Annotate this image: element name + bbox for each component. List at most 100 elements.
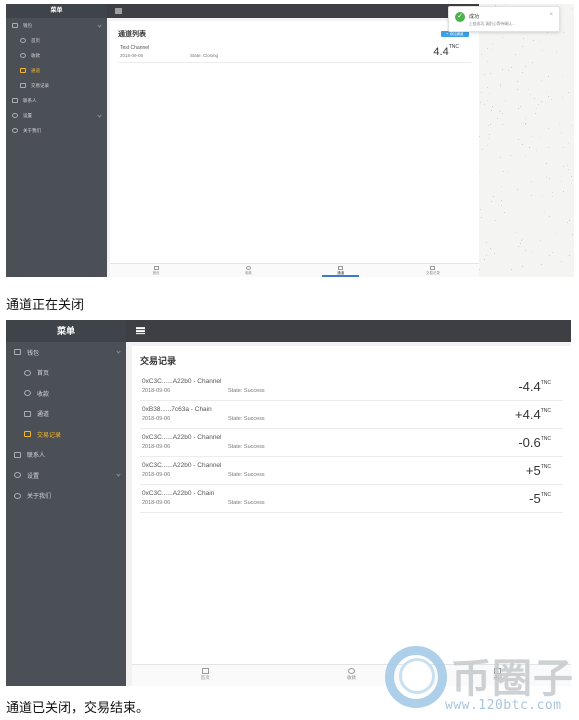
sidebar-item-4[interactable]: 交易记录 <box>6 78 107 93</box>
sidebar-item-label: 首页 <box>31 37 40 43</box>
noise-speck <box>547 76 549 78</box>
channel-list-panel: 通道列表 + 添加通道 Test Channel 2018-09-06 State:… <box>110 21 479 263</box>
receive-icon <box>347 668 355 674</box>
noise-speck <box>551 191 553 193</box>
amount-value: -0.6 <box>518 435 541 450</box>
noise-speck <box>480 217 482 219</box>
watermark-url: www.120btc.com <box>445 698 562 713</box>
chevron-down-icon <box>97 112 102 118</box>
item-amount: 4.4TNC <box>433 44 459 58</box>
noise-speck <box>531 136 533 138</box>
list-item[interactable]: 0xC3C......A22b0 - Channel 2018-09-06 Stat… <box>140 457 563 485</box>
item-date: 2018-09-06 <box>142 388 171 394</box>
noise-speck <box>522 37 524 39</box>
noise-speck <box>559 123 561 125</box>
noise-speck <box>561 131 563 133</box>
noise-speck <box>563 147 565 149</box>
noise-speck <box>546 90 548 92</box>
sidebar-item-0[interactable]: 钱包 <box>6 18 107 33</box>
item-amount: +4.4TNC <box>515 407 551 422</box>
item-amount: +5TNC <box>526 463 551 478</box>
noise-speck <box>493 195 495 197</box>
sidebar-item-5[interactable]: 联系人 <box>6 93 107 108</box>
transaction-list-panel: 交易记录 0xC3C......A22b0 - Channel 2018-09-0… <box>132 346 571 664</box>
sidebar-item-4[interactable]: 交易记录 <box>6 424 126 445</box>
noise-speck <box>568 169 570 171</box>
tab-0[interactable]: 首页 <box>132 665 278 686</box>
noise-speck <box>517 107 519 109</box>
noise-speck <box>487 86 489 88</box>
sidebar-item-3[interactable]: 通道 <box>6 404 126 425</box>
amount-value: +5 <box>525 463 541 478</box>
noise-speck <box>483 104 485 105</box>
home-icon <box>20 38 26 43</box>
noise-speck <box>521 238 523 240</box>
close-icon[interactable]: × <box>549 12 553 18</box>
list-item[interactable]: 0xC3C......A22b0 - Channel 2018-09-06 Stat… <box>140 373 563 401</box>
background-noise-area <box>479 4 574 277</box>
noise-speck <box>532 251 534 253</box>
noise-speck <box>479 269 481 271</box>
item-state: State: Success <box>228 444 265 450</box>
list-item[interactable]: 0xC3C......A22b0 - Chain 2018-09-06 State:… <box>140 485 563 513</box>
sidebar-item-3[interactable]: 通道 <box>6 63 107 78</box>
noise-speck <box>511 66 513 68</box>
noise-speck <box>480 53 482 55</box>
noise-speck <box>507 69 509 71</box>
sidebar-item-label: 首页 <box>37 371 50 378</box>
sidebar-item-2[interactable]: 收款 <box>6 48 107 63</box>
noise-speck <box>505 4 507 5</box>
tab-1[interactable]: 收款 <box>202 264 294 277</box>
tab-2[interactable]: 通道 <box>295 264 387 277</box>
noise-speck <box>528 147 530 149</box>
sidebar-item-1[interactable]: 首页 <box>6 363 126 384</box>
amount-unit: TNC <box>540 435 551 442</box>
hamburger-menu-icon[interactable] <box>115 8 122 15</box>
noise-speck <box>500 204 502 206</box>
list-item[interactable]: 0xC3C......A22b0 - Channel 2018-09-06 Stat… <box>140 429 563 457</box>
sidebar-item-0[interactable]: 钱包 <box>6 342 126 363</box>
noise-speck <box>524 155 526 157</box>
sidebar-item-6[interactable]: 设置 <box>6 465 126 486</box>
chevron-down-icon <box>97 22 102 28</box>
transactions-icon <box>430 266 436 270</box>
noise-speck <box>490 247 492 249</box>
noise-speck <box>479 171 481 173</box>
noise-speck <box>481 91 483 93</box>
tab-3[interactable]: 交易记录 <box>387 264 479 277</box>
noise-speck <box>493 253 495 255</box>
settings-icon <box>12 113 18 118</box>
noise-speck <box>487 61 488 63</box>
tab-label: 首页 <box>152 271 160 275</box>
noise-speck <box>486 255 488 256</box>
noise-speck <box>552 251 554 253</box>
amount-value: 4.4 <box>433 46 449 58</box>
hamburger-menu-icon[interactable] <box>136 326 145 336</box>
noise-speck <box>525 124 527 126</box>
sidebar-item-7[interactable]: 关于我们 <box>6 486 126 507</box>
noise-speck <box>563 191 565 193</box>
sidebar-item-1[interactable]: 首页 <box>6 33 107 48</box>
sidebar-item-5[interactable]: 联系人 <box>6 445 126 466</box>
page-title: 通道列表 <box>118 31 146 38</box>
noise-speck <box>547 127 549 129</box>
tab-label: 首页 <box>200 675 210 680</box>
list-item[interactable]: 0xB38......7c63a - Chain 2018-09-06 State:… <box>140 401 563 429</box>
noise-speck <box>529 93 531 95</box>
noise-speck <box>520 243 522 245</box>
sidebar-item-7[interactable]: 关于我们 <box>6 123 107 138</box>
noise-speck <box>517 81 519 83</box>
noise-speck <box>486 242 488 244</box>
noise-speck <box>568 220 570 222</box>
noise-speck <box>531 195 533 197</box>
sidebar-item-2[interactable]: 收款 <box>6 383 126 404</box>
tab-0[interactable]: 首页 <box>110 264 202 277</box>
sidebar-nav: 钱包首页收款 通道 交易记录 联系人 设置 关于我们 <box>6 342 126 506</box>
noise-speck <box>522 72 524 74</box>
sidebar-item-6[interactable]: 设置 <box>6 108 107 123</box>
noise-speck <box>504 99 506 101</box>
item-name: 0xB38......7c63a - Chain <box>142 406 212 413</box>
sidebar-item-label: 钱包 <box>23 22 32 28</box>
list-item[interactable]: Test Channel 2018-09-06 State: Closing 4.4T… <box>118 43 471 63</box>
receive-icon <box>20 53 26 58</box>
